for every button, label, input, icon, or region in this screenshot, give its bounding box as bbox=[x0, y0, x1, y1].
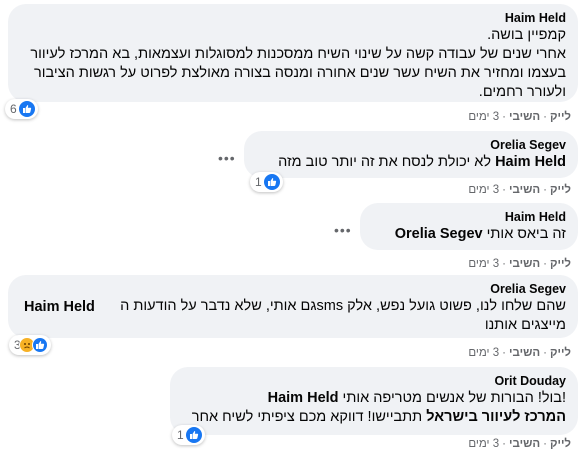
comment-text: קמפיין בושה. אחרי שנים של עבודה קשה על ש… bbox=[30, 27, 566, 100]
mention-link[interactable]: Haim Held bbox=[495, 154, 566, 170]
reaction-summary[interactable]: 1 bbox=[250, 172, 283, 192]
comment-bubble: Orelia Segev Haim Held לא יכולת לנסח את … bbox=[244, 131, 578, 178]
comment-actions: לייק·השיבי·3 ימים bbox=[468, 347, 571, 359]
reaction-count: 1 bbox=[177, 428, 184, 442]
comment-author[interactable]: Haim Held bbox=[20, 10, 566, 26]
reaction-count: 1 bbox=[255, 175, 262, 189]
timestamp[interactable]: 3 ימים bbox=[468, 347, 499, 359]
comment-actions: לייק·השיבי·3 ימים bbox=[468, 258, 571, 270]
comment-author[interactable]: Orelia Segev bbox=[20, 281, 566, 297]
comment-actions: לייק·השיבי·3 ימים bbox=[468, 184, 571, 196]
mention-link[interactable]: Haim Held bbox=[24, 298, 95, 317]
like-link[interactable]: לייק bbox=[550, 347, 571, 359]
comment-author[interactable]: Orit Douday bbox=[182, 373, 566, 389]
page-mention-link[interactable]: המרכז לעיוור בישראל bbox=[426, 409, 566, 425]
comment-text-body: זה ביאס אותי bbox=[482, 226, 566, 242]
like-thumb-icon bbox=[18, 101, 35, 117]
comment-bubble: Haim Held קמפיין בושה. אחרי שנים של עבוד… bbox=[8, 4, 578, 102]
comment-text: Haim Held לא יכולת לנסח את זה יותר טוב מ… bbox=[256, 153, 566, 172]
reply-link[interactable]: השיבי bbox=[509, 258, 540, 270]
timestamp[interactable]: 3 ימים bbox=[468, 258, 499, 270]
timestamp[interactable]: 3 ימים bbox=[468, 111, 499, 123]
like-link[interactable]: לייק bbox=[550, 184, 571, 196]
like-link[interactable]: לייק bbox=[550, 111, 571, 123]
comment-text-body: !בול! הבורות של אנשים מטריפה אותי bbox=[338, 390, 566, 406]
like-thumb-icon bbox=[31, 337, 48, 353]
reaction-summary[interactable]: 6 bbox=[5, 99, 38, 119]
like-link[interactable]: לייק bbox=[550, 258, 571, 270]
comment-actions: לייק·השיבי·3 ימים bbox=[468, 111, 571, 123]
like-thumb-icon bbox=[185, 427, 202, 443]
reaction-summary[interactable]: 3 bbox=[9, 335, 51, 355]
comment-text-body: תתביישו! דווקא מכם ציפיתי לשיח אחר bbox=[191, 409, 427, 425]
comment-text: !בול! הבורות של אנשים מטריפה אותי Haim H… bbox=[182, 389, 566, 408]
comment-actions: לייק·השיבי·3 ימים bbox=[468, 438, 571, 450]
timestamp[interactable]: 3 ימים bbox=[468, 184, 499, 196]
comment-bubble: Haim Held זה ביאס אותי Orelia Segev bbox=[360, 203, 578, 250]
timestamp[interactable]: 3 ימים bbox=[468, 438, 499, 450]
reaction-summary[interactable]: 1 bbox=[172, 425, 205, 445]
reaction-count: 6 bbox=[10, 102, 17, 116]
like-link[interactable]: לייק bbox=[550, 438, 571, 450]
like-thumb-icon bbox=[263, 174, 280, 190]
comment-bubble: Orelia Segev שהם שלחו לנו, פשוט גועל נפש… bbox=[8, 275, 578, 338]
comment-bubble: Orit Douday !בול! הבורות של אנשים מטריפה… bbox=[170, 367, 578, 435]
reply-link[interactable]: השיבי bbox=[509, 438, 540, 450]
more-options-icon[interactable]: ••• bbox=[334, 223, 352, 237]
more-options-icon[interactable]: ••• bbox=[218, 151, 236, 165]
comment-text: זה ביאס אותי Orelia Segev bbox=[372, 225, 566, 244]
comment-author[interactable]: Orelia Segev bbox=[256, 137, 566, 153]
reply-link[interactable]: השיבי bbox=[509, 347, 540, 359]
comment-text: שהם שלחו לנו, פשוט גועל נפש, אלק smsגם א… bbox=[20, 297, 566, 335]
mention-link[interactable]: Haim Held bbox=[268, 390, 339, 406]
comment-text-body: שהם שלחו לנו, פשוט גועל נפש, אלק smsגם א… bbox=[120, 298, 566, 333]
comment-author[interactable]: Haim Held bbox=[372, 209, 566, 225]
mention-link[interactable]: Orelia Segev bbox=[395, 226, 483, 242]
reply-link[interactable]: השיבי bbox=[509, 111, 540, 123]
reply-link[interactable]: השיבי bbox=[509, 184, 540, 196]
comment-text-line2: המרכז לעיוור בישראל תתביישו! דווקא מכם צ… bbox=[182, 408, 566, 427]
comment-text-body: לא יכולת לנסח את זה יותר טוב מזה bbox=[278, 154, 496, 170]
